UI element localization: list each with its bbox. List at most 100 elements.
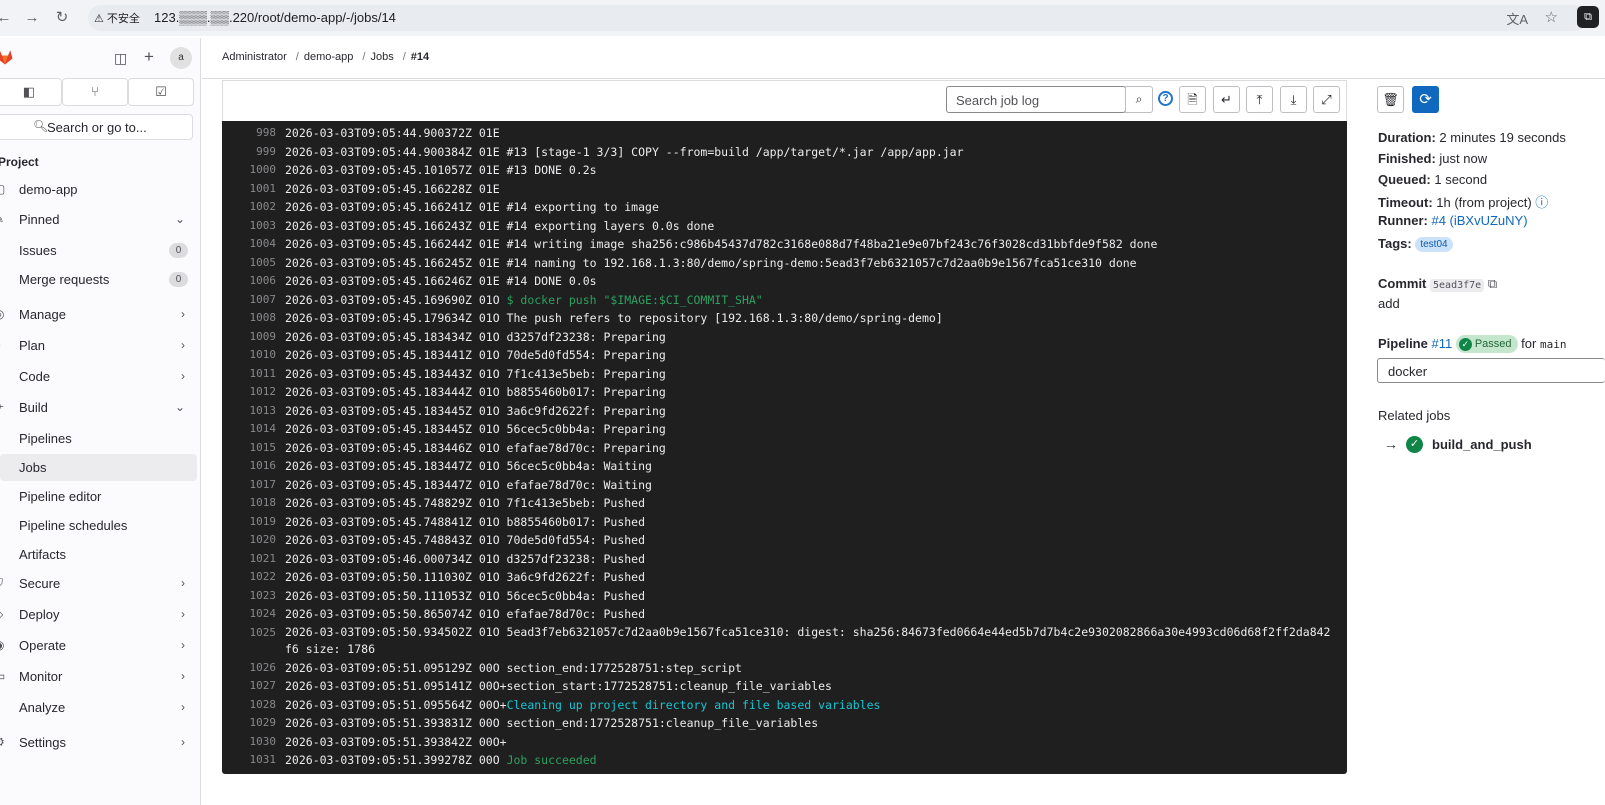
log-line-number[interactable]: 1001 <box>222 180 277 199</box>
sidebar-item-deploy[interactable]: ◇ Deploy › <box>0 601 197 628</box>
view-raw-button[interactable]: 🗎︎ <box>1179 86 1206 113</box>
assigned-issues-tab[interactable]: ◧ <box>0 78 62 106</box>
insecure-label[interactable]: ⚠ 不安全 <box>94 10 140 26</box>
sidebar-item-jobs[interactable]: Jobs <box>0 454 197 481</box>
log-line-number[interactable]: 1015 <box>222 439 277 458</box>
sidebar-toggle-icon[interactable]: ◫ <box>114 50 127 67</box>
extension-icon[interactable]: ⧉ <box>1577 6 1599 28</box>
sidebar-item-project[interactable]: ▢ demo-app <box>0 176 197 203</box>
sidebar-item-pipeline-schedules[interactable]: Pipeline schedules <box>0 512 197 539</box>
log-line-number[interactable]: 1020 <box>222 531 277 550</box>
log-line-number[interactable]: 1028 <box>222 696 277 715</box>
log-line-number[interactable]: 1027 <box>222 677 277 696</box>
help-icon[interactable]: ? <box>1158 91 1173 106</box>
url-text[interactable]: 123.▒▒▒.▒▒.220/root/demo-app/-/jobs/14 <box>154 10 396 25</box>
log-line-number[interactable]: 1017 <box>222 476 277 495</box>
log-line-number[interactable]: 1026 <box>222 659 277 678</box>
log-line-number[interactable]: 1021 <box>222 550 277 569</box>
log-line-number[interactable]: 1022 <box>222 568 277 587</box>
sidebar-item-pipelines[interactable]: Pipelines <box>0 425 197 452</box>
scroll-to-top-button[interactable]: ⤒ <box>1246 86 1273 113</box>
log-line-number[interactable]: 1012 <box>222 383 277 402</box>
copy-icon[interactable]: ⧉ <box>1488 276 1497 291</box>
breadcrumb-item-administrator[interactable]: Administrator <box>222 51 287 63</box>
log-line-number[interactable]: 1000 <box>222 161 277 180</box>
todo-tab[interactable]: ☑ <box>128 78 194 106</box>
sidebar-item-pipeline-editor[interactable]: Pipeline editor <box>0 483 197 510</box>
sidebar-item-issues[interactable]: Issues 0 <box>0 237 197 264</box>
sidebar-item-plan[interactable]: ◔ Plan › <box>0 332 197 359</box>
log-line-number[interactable]: 1005 <box>222 254 277 273</box>
log-line-number[interactable]: 1004 <box>222 235 277 254</box>
breadcrumb-item-job[interactable]: #14 <box>411 51 429 63</box>
wrap-lines-button[interactable]: ↵ <box>1213 86 1240 113</box>
pipeline-ref[interactable]: main <box>1540 338 1567 351</box>
reload-icon[interactable]: ↻ <box>52 8 72 28</box>
search-button[interactable]: 🔍︎ Search or go to... <box>0 114 193 140</box>
erase-job-button[interactable]: 🗑︎ <box>1377 86 1404 113</box>
sidebar-item-build[interactable]: ✈ Build ⌄ <box>0 394 197 421</box>
job-log-search-input[interactable]: Search job log <box>946 86 1126 113</box>
log-line-highlight: Cleaning up project directory and file b… <box>506 697 881 712</box>
scroll-to-bottom-button[interactable]: ⤓ <box>1280 86 1307 113</box>
bookmark-star-icon[interactable]: ☆ <box>1545 8 1558 26</box>
log-line-number[interactable]: 1025 <box>222 624 277 643</box>
commit-message[interactable]: add <box>1378 296 1400 311</box>
log-line: 1015 2026-03-03T09:05:45.183446Z 01O efaf… <box>222 439 1347 458</box>
log-line-number[interactable]: 1003 <box>222 217 277 236</box>
help-icon[interactable]: ⓘ <box>1535 195 1548 210</box>
log-line-number[interactable]: 1009 <box>222 328 277 347</box>
log-line-number[interactable]: 1019 <box>222 513 277 532</box>
log-line-text: 2026-03-03T09:05:51.393842Z 00O+ <box>285 734 507 749</box>
log-line-number[interactable]: 1024 <box>222 605 277 624</box>
sidebar-item-pinned[interactable]: ✎ Pinned ⌄ <box>0 206 197 233</box>
log-line-number[interactable]: 1029 <box>222 714 277 733</box>
breadcrumb-item-jobs[interactable]: Jobs <box>370 51 393 63</box>
log-line: 1013 2026-03-03T09:05:45.183445Z 01O 3a6c… <box>222 402 1347 421</box>
log-line-number[interactable]: 1013 <box>222 402 277 421</box>
log-line-number[interactable]: 1011 <box>222 365 277 384</box>
sidebar-item-secure[interactable]: ⛉ Secure › <box>0 570 197 597</box>
gitlab-logo-icon[interactable] <box>0 48 14 66</box>
translate-icon[interactable]: 文A <box>1506 9 1528 28</box>
log-line-number[interactable]: 1031 <box>222 751 277 770</box>
log-line-number[interactable]: 1008 <box>222 309 277 328</box>
log-line-number[interactable]: 1010 <box>222 346 277 365</box>
sidebar-item-settings[interactable]: ⚙ Settings › <box>0 729 197 756</box>
runner-link[interactable]: #4 (iBXvUZuNY) <box>1431 213 1527 228</box>
job-log[interactable]: 998 2026-03-03T09:05:44.900372Z 01E 999 20… <box>222 121 1347 774</box>
sidebar-item-artifacts[interactable]: Artifacts <box>0 541 197 568</box>
new-item-icon[interactable]: + <box>144 47 154 67</box>
sidebar-item-monitor[interactable]: ▭ Monitor › <box>0 663 197 690</box>
pipeline-link[interactable]: #11 <box>1431 336 1452 351</box>
sidebar-item-operate[interactable]: ◉ Operate › <box>0 632 197 659</box>
fullscreen-button[interactable]: ⤢ <box>1313 86 1340 113</box>
log-line-number[interactable]: 1006 <box>222 272 277 291</box>
sidebar-item-merge-requests[interactable]: Merge requests 0 <box>0 266 197 293</box>
commit-sha[interactable]: 5ead3f7e <box>1430 279 1485 292</box>
log-line-number[interactable]: 1023 <box>222 587 277 606</box>
log-line-number[interactable]: 1007 <box>222 291 277 310</box>
merge-requests-tab[interactable]: ⑂ <box>62 78 128 106</box>
address-bar[interactable]: ⚠ 不安全 123.▒▒▒.▒▒.220/root/demo-app/-/job… <box>88 5 1588 31</box>
breadcrumb-item-project[interactable]: demo-app <box>304 51 354 63</box>
sidebar-item-manage[interactable]: ◎ Manage › <box>0 301 197 328</box>
back-icon[interactable]: ← <box>0 8 14 28</box>
sidebar-item-analyze[interactable]: ▮ Analyze › <box>0 694 197 721</box>
log-line-number[interactable]: 998 <box>222 124 276 143</box>
log-line-number[interactable]: 999 <box>222 143 276 162</box>
log-line-number[interactable]: 1016 <box>222 457 277 476</box>
log-line-number[interactable]: 1030 <box>222 733 277 752</box>
forward-icon[interactable]: → <box>22 8 42 28</box>
log-search-button[interactable]: ⌕ <box>1125 86 1153 113</box>
log-line-number[interactable]: 1002 <box>222 198 277 217</box>
retry-job-button[interactable]: ⟳ <box>1412 86 1439 113</box>
log-line: 1011 2026-03-03T09:05:45.183443Z 01O 7f1c… <box>222 365 1347 384</box>
log-line-number[interactable]: 1018 <box>222 494 277 513</box>
log-line-number[interactable]: 1014 <box>222 420 277 439</box>
sidebar-item-code[interactable]: › Code › <box>0 363 197 390</box>
avatar[interactable]: a <box>170 47 192 69</box>
stage-select[interactable]: docker <box>1377 358 1605 383</box>
log-line: 1026 2026-03-03T09:05:51.095129Z 00O sect… <box>222 659 1347 678</box>
pipeline-status-badge[interactable]: ✓ Passed <box>1455 335 1518 353</box>
